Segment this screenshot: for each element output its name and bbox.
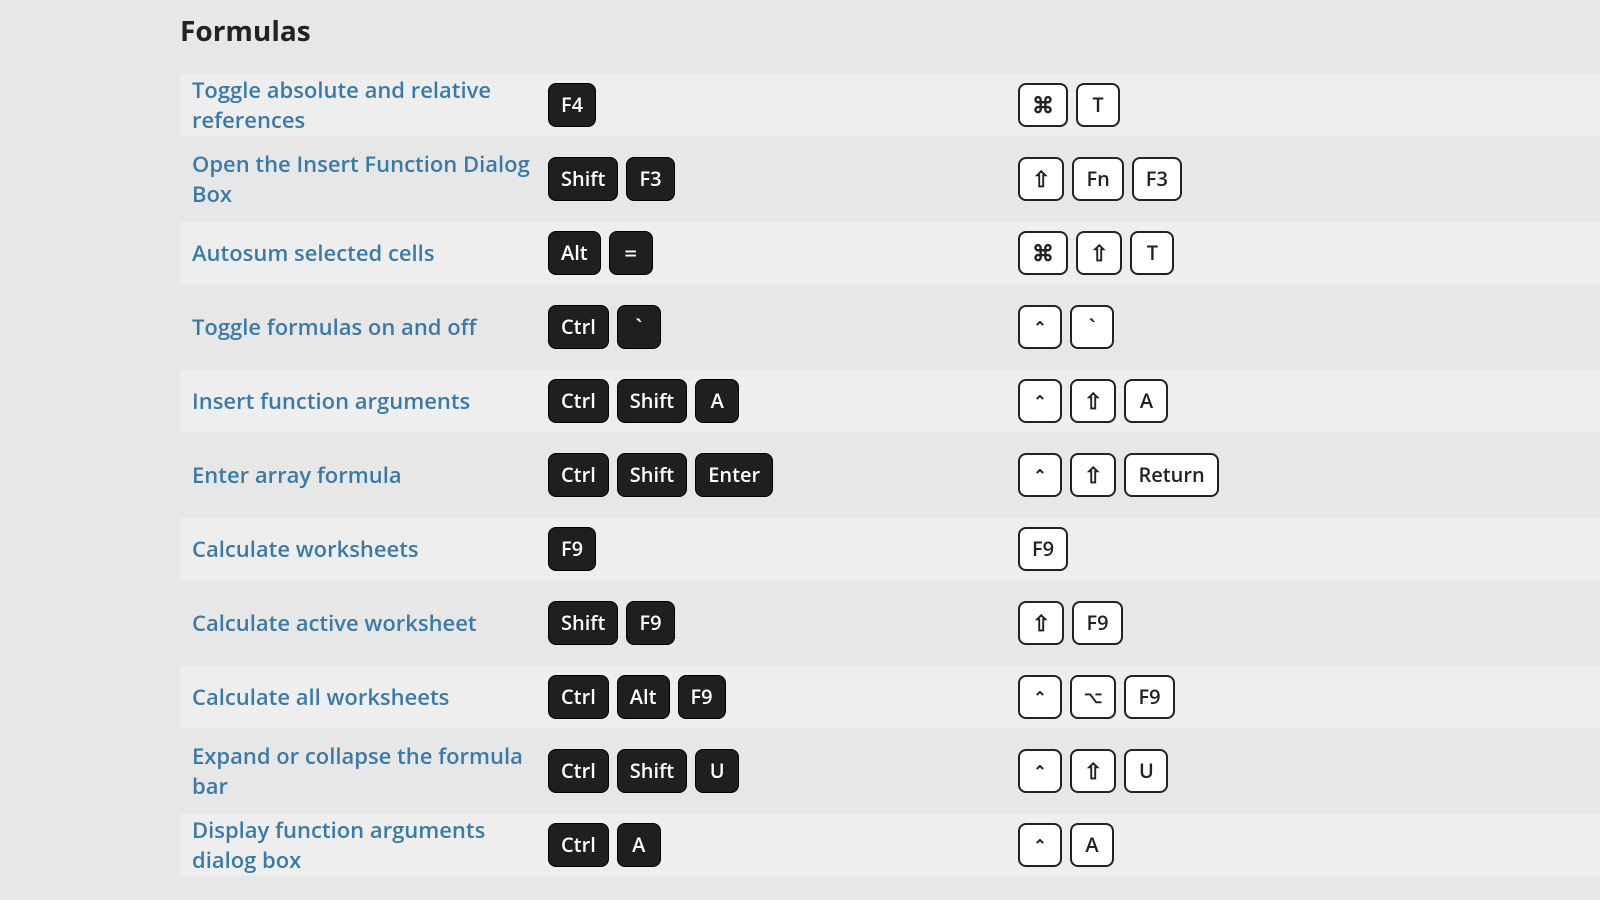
shortcut-row: Calculate worksheetsF9F9 (180, 518, 1600, 580)
key-dark: F9 (678, 675, 726, 719)
key-light: ` (1070, 305, 1114, 349)
key-dark: Ctrl (548, 453, 609, 497)
key-light: A (1070, 823, 1114, 867)
key-dark: Ctrl (548, 379, 609, 423)
shortcut-description[interactable]: Calculate worksheets (180, 534, 548, 564)
key-dark: Ctrl (548, 749, 609, 793)
shortcut-row: Calculate active worksheetShiftF9⇧F9 (180, 592, 1600, 654)
key-light: ⇧ (1018, 157, 1064, 201)
windows-keys: F4 (548, 83, 1018, 127)
key-light: ⇧ (1076, 231, 1122, 275)
windows-keys: CtrlShiftU (548, 749, 1018, 793)
key-light: ⇧ (1070, 453, 1116, 497)
key-dark: Ctrl (548, 675, 609, 719)
shortcut-row: Insert function argumentsCtrlShiftA⌃⇧A (180, 370, 1600, 432)
mac-keys: ⌃⌥F9 (1018, 675, 1175, 719)
windows-keys: F9 (548, 527, 1018, 571)
shortcut-description[interactable]: Toggle formulas on and off (180, 312, 548, 342)
key-light: ⇧ (1018, 601, 1064, 645)
shortcut-row: Open the Insert Function Dialog BoxShift… (180, 148, 1600, 210)
mac-keys: ⌃A (1018, 823, 1114, 867)
key-dark: Shift (548, 601, 618, 645)
key-dark: A (695, 379, 739, 423)
key-dark: U (695, 749, 739, 793)
mac-keys: F9 (1018, 527, 1068, 571)
mac-keys: ⇧F9 (1018, 601, 1123, 645)
shortcut-row: Display function arguments dialog boxCtr… (180, 814, 1600, 876)
key-light: ⇧ (1070, 379, 1116, 423)
key-dark: F9 (548, 527, 596, 571)
windows-keys: CtrlAltF9 (548, 675, 1018, 719)
key-light: F9 (1124, 675, 1174, 719)
shortcut-description[interactable]: Toggle absolute and relative references (180, 75, 548, 135)
windows-keys: CtrlShiftEnter (548, 453, 1018, 497)
key-light: F3 (1132, 157, 1182, 201)
key-dark: Shift (548, 157, 618, 201)
key-light: ⇧ (1070, 749, 1116, 793)
key-light: ⌃ (1018, 675, 1062, 719)
mac-keys: ⌃⇧Return (1018, 453, 1219, 497)
shortcut-row: Enter array formulaCtrlShiftEnter⌃⇧Retur… (180, 444, 1600, 506)
key-dark: Shift (617, 453, 687, 497)
windows-keys: Ctrl` (548, 305, 1018, 349)
shortcut-row: Toggle formulas on and offCtrl`⌃` (180, 296, 1600, 358)
key-light: F9 (1072, 601, 1122, 645)
key-dark: Shift (617, 749, 687, 793)
key-dark: A (617, 823, 661, 867)
shortcut-description[interactable]: Autosum selected cells (180, 238, 548, 268)
shortcut-description[interactable]: Insert function arguments (180, 386, 548, 416)
key-light: T (1130, 231, 1174, 275)
windows-keys: ShiftF3 (548, 157, 1018, 201)
mac-keys: ⌃` (1018, 305, 1114, 349)
key-light: ⌘ (1018, 83, 1068, 127)
section-title: Formulas (180, 12, 1600, 50)
windows-keys: CtrlA (548, 823, 1018, 867)
key-light: T (1076, 83, 1120, 127)
shortcut-description[interactable]: Enter array formula (180, 460, 548, 490)
key-dark: ` (617, 305, 661, 349)
shortcut-description[interactable]: Calculate active worksheet (180, 608, 548, 638)
key-light: ⌃ (1018, 823, 1062, 867)
key-dark: Ctrl (548, 305, 609, 349)
shortcut-description[interactable]: Calculate all worksheets (180, 682, 548, 712)
shortcut-table: Toggle absolute and relative referencesF… (180, 74, 1600, 876)
key-dark: Ctrl (548, 823, 609, 867)
shortcut-row: Toggle absolute and relative referencesF… (180, 74, 1600, 136)
shortcut-description[interactable]: Expand or collapse the formula bar (180, 741, 548, 801)
key-dark: F3 (626, 157, 674, 201)
key-light: ⌘ (1018, 231, 1068, 275)
key-light: ⌃ (1018, 379, 1062, 423)
shortcut-row: Expand or collapse the formula barCtrlSh… (180, 740, 1600, 802)
key-light: Return (1124, 453, 1218, 497)
key-light: ⌃ (1018, 453, 1062, 497)
key-light: ⌥ (1070, 675, 1116, 719)
shortcut-description[interactable]: Display function arguments dialog box (180, 815, 548, 875)
key-light: ⌃ (1018, 305, 1062, 349)
mac-keys: ⌘⇧T (1018, 231, 1174, 275)
key-light: ⌃ (1018, 749, 1062, 793)
key-dark: F4 (548, 83, 596, 127)
mac-keys: ⌃⇧A (1018, 379, 1168, 423)
mac-keys: ⌘T (1018, 83, 1120, 127)
key-light: A (1124, 379, 1168, 423)
shortcuts-wrapper: Formulas Toggle absolute and relative re… (0, 0, 1600, 876)
key-light: U (1124, 749, 1168, 793)
shortcut-description[interactable]: Open the Insert Function Dialog Box (180, 149, 548, 209)
shortcut-row: Calculate all worksheetsCtrlAltF9⌃⌥F9 (180, 666, 1600, 728)
windows-keys: Alt= (548, 231, 1018, 275)
key-light: F9 (1018, 527, 1068, 571)
windows-keys: ShiftF9 (548, 601, 1018, 645)
key-dark: F9 (626, 601, 674, 645)
key-dark: = (609, 231, 653, 275)
key-dark: Enter (695, 453, 773, 497)
windows-keys: CtrlShiftA (548, 379, 1018, 423)
key-dark: Shift (617, 379, 687, 423)
key-dark: Alt (548, 231, 601, 275)
mac-keys: ⇧FnF3 (1018, 157, 1182, 201)
mac-keys: ⌃⇧U (1018, 749, 1168, 793)
key-dark: Alt (617, 675, 670, 719)
key-light: Fn (1072, 157, 1123, 201)
shortcut-row: Autosum selected cellsAlt=⌘⇧T (180, 222, 1600, 284)
